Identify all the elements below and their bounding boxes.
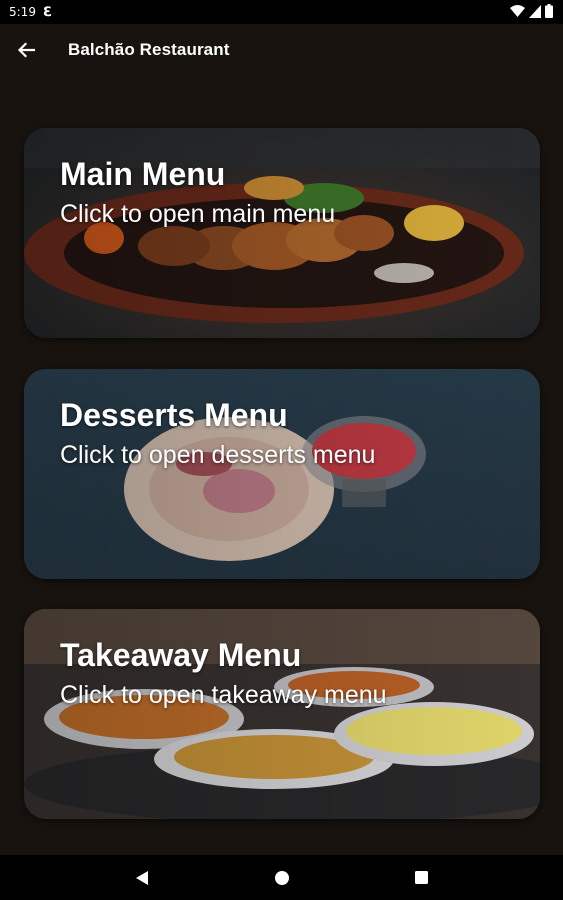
status-time: 5:19 — [9, 5, 36, 19]
battery-icon — [545, 4, 553, 18]
wifi-icon — [510, 4, 525, 17]
takeaway-menu-card[interactable]: Takeaway Menu Click to open takeaway men… — [24, 609, 540, 819]
main-menu-card[interactable]: Main Menu Click to open main menu — [24, 128, 540, 338]
back-button[interactable] — [0, 24, 52, 76]
page-title: Balchão Restaurant — [68, 40, 230, 59]
recents-square-icon — [415, 871, 428, 884]
status-bar: 5:19 ℇ — [0, 0, 563, 24]
notification-icon: ℇ — [42, 4, 51, 19]
desserts-menu-title: Desserts Menu — [60, 397, 288, 433]
back-triangle-icon — [135, 870, 148, 885]
home-circle-icon — [274, 870, 289, 885]
takeaway-menu-subtitle: Click to open takeaway menu — [60, 681, 387, 709]
system-nav-bar — [0, 855, 563, 900]
nav-recents-button[interactable] — [402, 858, 442, 898]
main-menu-title: Main Menu — [60, 156, 226, 192]
arrow-back-icon — [17, 42, 35, 58]
desserts-menu-subtitle: Click to open desserts menu — [60, 441, 376, 469]
takeaway-menu-title: Takeaway Menu — [60, 637, 302, 673]
nav-back-button[interactable] — [122, 858, 162, 898]
app-bar: Balchão Restaurant — [0, 24, 563, 76]
signal-icon — [529, 4, 541, 18]
status-icons — [510, 4, 553, 18]
nav-home-button[interactable] — [262, 858, 302, 898]
desserts-menu-card[interactable]: Desserts Menu Click to open desserts men… — [24, 369, 540, 579]
main-menu-subtitle: Click to open main menu — [60, 200, 336, 228]
